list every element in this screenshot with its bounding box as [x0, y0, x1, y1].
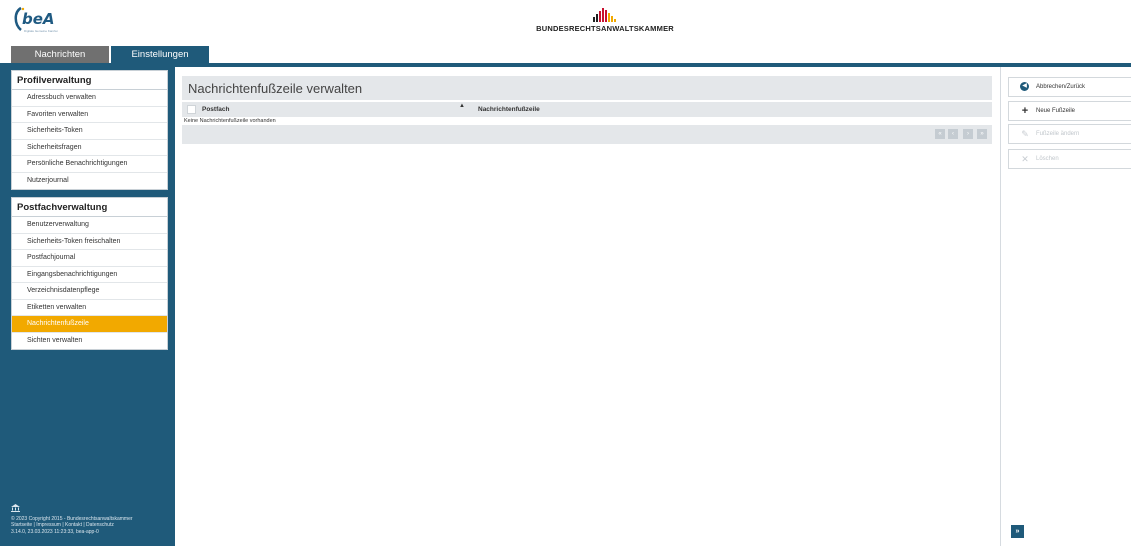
brak-logo: BUNDESRECHTSANWALTSKAMMER: [530, 8, 680, 38]
brak-name: BUNDESRECHTSANWALTSKAMMER: [536, 24, 674, 33]
profile-panel-title: Profilverwaltung: [12, 71, 167, 90]
building-icon: [11, 504, 20, 512]
pencil-icon: ✎: [1021, 129, 1029, 139]
sidebar-item-nutzerjournal[interactable]: Nutzerjournal: [12, 173, 167, 190]
footer-version: 3.14.0, 23.03.2023 11:23:33, bea-app-0: [11, 528, 99, 535]
abbrechen-zurueck-button[interactable]: ◀ Abbrechen/Zurück: [1008, 77, 1131, 97]
sidebar: Profilverwaltung Adressbuch verwalten Fa…: [0, 67, 175, 546]
table-header: Postfach ▲ Nachrichtenfußzeile: [182, 102, 992, 117]
bea-logo-text: beA: [22, 10, 55, 28]
sidebar-item-eingangsbenachrichtigungen[interactable]: Eingangsbenachrichtigungen: [12, 267, 167, 283]
sidebar-item-nachrichtenfusszeile[interactable]: Nachrichtenfußzeile: [12, 316, 167, 333]
pager: « ‹ › »: [182, 125, 992, 144]
neue-fusszeile-button[interactable]: + Neue Fußzeile: [1008, 101, 1131, 121]
loeschen-label: Löschen: [1036, 156, 1059, 162]
sidebar-item-adressbuch[interactable]: Adressbuch verwalten: [12, 90, 167, 107]
abbrechen-zurueck-label: Abbrechen/Zurück: [1036, 84, 1086, 90]
sidebar-item-verzeichnisdatenpflege[interactable]: Verzeichnisdatenpflege: [12, 283, 167, 300]
sidebar-item-sichten[interactable]: Sichten verwalten: [12, 333, 167, 350]
sidebar-item-favoriten[interactable]: Favoriten verwalten: [12, 107, 167, 123]
plus-icon: +: [1021, 105, 1029, 117]
neue-fusszeile-label: Neue Fußzeile: [1036, 108, 1076, 114]
sidebar-item-token-freischalten[interactable]: Sicherheits-Token freischalten: [12, 234, 167, 250]
sidebar-item-benutzerverwaltung[interactable]: Benutzerverwaltung: [12, 217, 167, 234]
next-page-button[interactable]: ›: [963, 129, 973, 139]
brak-bars-icon: [593, 8, 616, 22]
x-icon: ✕: [1021, 154, 1029, 164]
bea-logo[interactable]: beA Digitale Gemeine Kanzlei: [12, 4, 62, 38]
sidebar-item-etiketten[interactable]: Etiketten verwalten: [12, 300, 167, 316]
sidebar-item-postfachjournal[interactable]: Postfachjournal: [12, 250, 167, 267]
loeschen-button[interactable]: ✕ Löschen: [1008, 149, 1131, 169]
sort-asc-icon[interactable]: ▲: [459, 103, 465, 109]
sidebar-item-sicherheits-token[interactable]: Sicherheits-Token: [12, 123, 167, 140]
last-page-button[interactable]: »: [977, 129, 987, 139]
action-column: ◀ Abbrechen/Zurück + Neue Fußzeile ✎ Fuß…: [1000, 67, 1131, 546]
first-page-button[interactable]: «: [935, 129, 945, 139]
bea-logo-subtitle: Digitale Gemeine Kanzlei: [24, 29, 58, 33]
prev-page-button[interactable]: ‹: [948, 129, 958, 139]
arrow-left-circle-icon: ◀: [1020, 82, 1029, 91]
sidebar-item-sicherheitsfragen[interactable]: Sicherheitsfragen: [12, 140, 167, 156]
fusszeile-aendern-button[interactable]: ✎ Fußzeile ändern: [1008, 124, 1131, 144]
mailbox-panel-title: Postfachverwaltung: [12, 198, 167, 217]
tab-nachrichten[interactable]: Nachrichten: [11, 46, 109, 64]
fusszeile-aendern-label: Fußzeile ändern: [1036, 131, 1080, 137]
profile-panel: Profilverwaltung Adressbuch verwalten Fa…: [11, 70, 168, 190]
sidebar-footer: © 2023 Copyright 2015 - Bundesrechtsanwa…: [11, 504, 171, 535]
column-header-nachrichtenfusszeile[interactable]: Nachrichtenfußzeile: [478, 106, 540, 113]
mailbox-panel: Postfachverwaltung Benutzerverwaltung Si…: [11, 197, 168, 350]
empty-table-message: Keine Nachrichtenfußzeile vorhanden: [184, 118, 276, 124]
column-header-postfach[interactable]: Postfach: [202, 106, 229, 113]
select-all-checkbox[interactable]: [187, 105, 196, 114]
page-title: Nachrichtenfußzeile verwalten: [182, 76, 992, 100]
top-header: beA Digitale Gemeine Kanzlei BUNDESRECHT…: [0, 0, 1131, 45]
sidebar-item-benachrichtigungen[interactable]: Persönliche Benachrichtigungen: [12, 156, 167, 173]
tab-einstellungen[interactable]: Einstellungen: [111, 46, 209, 64]
expand-panel-button[interactable]: »: [1011, 525, 1024, 538]
main-content: Nachrichtenfußzeile verwalten Postfach ▲…: [182, 76, 992, 144]
